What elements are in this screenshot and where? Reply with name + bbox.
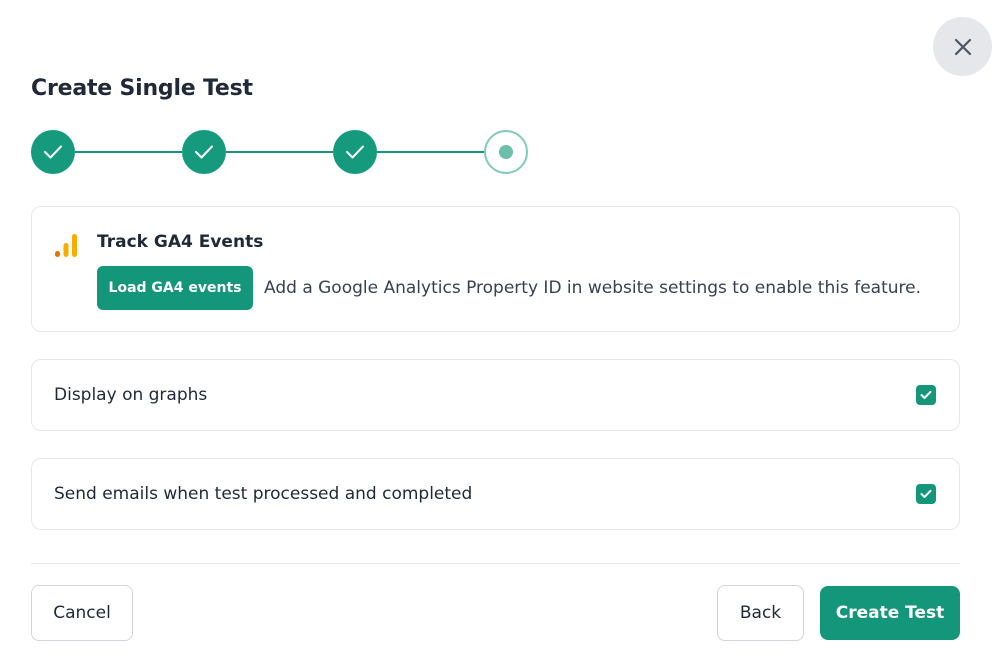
option-display-on-graphs[interactable]: Display on graphs — [31, 359, 960, 431]
option-send-emails[interactable]: Send emails when test processed and comp… — [31, 458, 960, 530]
close-icon — [954, 38, 971, 55]
step-connector — [377, 151, 484, 153]
create-test-dialog: Create Single Test Track GA4 Events Load… — [0, 0, 1003, 663]
option-label: Send emails when test processed and comp… — [54, 484, 473, 504]
step-3-completed[interactable] — [333, 130, 377, 174]
step-connector — [226, 151, 333, 153]
check-icon — [195, 145, 213, 159]
check-icon — [346, 145, 364, 159]
check-icon — [920, 489, 932, 498]
dot-icon — [499, 145, 513, 159]
step-4-current[interactable] — [484, 130, 528, 174]
close-button[interactable] — [933, 17, 992, 76]
step-connector — [75, 151, 182, 153]
back-button[interactable]: Back — [717, 585, 804, 641]
ga4-note: Add a Google Analytics Property ID in we… — [264, 278, 921, 298]
step-1-completed[interactable] — [31, 130, 75, 174]
display-on-graphs-checkbox[interactable] — [916, 385, 936, 405]
step-2-completed[interactable] — [182, 130, 226, 174]
google-analytics-icon — [55, 234, 77, 257]
cancel-button[interactable]: Cancel — [31, 585, 133, 641]
check-icon — [44, 145, 62, 159]
ga4-title: Track GA4 Events — [97, 232, 264, 252]
stepper — [31, 130, 528, 174]
create-test-button[interactable]: Create Test — [820, 586, 960, 640]
dialog-title: Create Single Test — [31, 76, 253, 101]
footer-divider — [31, 563, 960, 564]
option-label: Display on graphs — [54, 385, 208, 405]
load-ga4-events-button[interactable]: Load GA4 events — [97, 266, 253, 310]
send-emails-checkbox[interactable] — [916, 484, 936, 504]
ga4-events-card: Track GA4 Events Load GA4 events Add a G… — [31, 206, 960, 332]
check-icon — [920, 390, 932, 399]
